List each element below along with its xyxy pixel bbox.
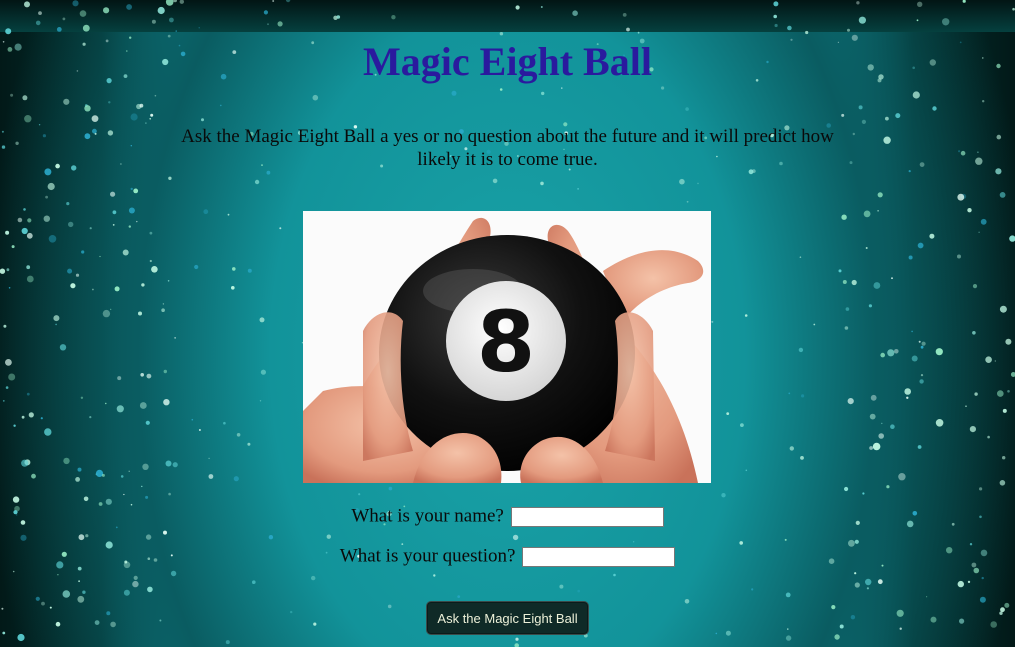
intro-text: Ask the Magic Eight Ball a yes or no que… (181, 126, 834, 170)
main-content: Magic Eight Ball Ask the Magic Eight Bal… (0, 0, 1015, 647)
question-row: What is your question? (0, 545, 1015, 568)
ask-magic-eight-ball-button[interactable]: Ask the Magic Eight Ball (426, 601, 589, 635)
ball-digit: 8 (477, 293, 535, 391)
question-input[interactable] (522, 546, 676, 567)
name-row: What is your name? (0, 505, 1015, 528)
eight-ball-illustration: 8 (303, 211, 711, 483)
magic-eight-ball-image: 8 (303, 211, 711, 483)
question-label: What is your question? (339, 545, 516, 567)
page-title: Magic Eight Ball (363, 39, 652, 84)
name-input[interactable] (510, 506, 664, 527)
name-label: What is your name? (351, 505, 504, 527)
